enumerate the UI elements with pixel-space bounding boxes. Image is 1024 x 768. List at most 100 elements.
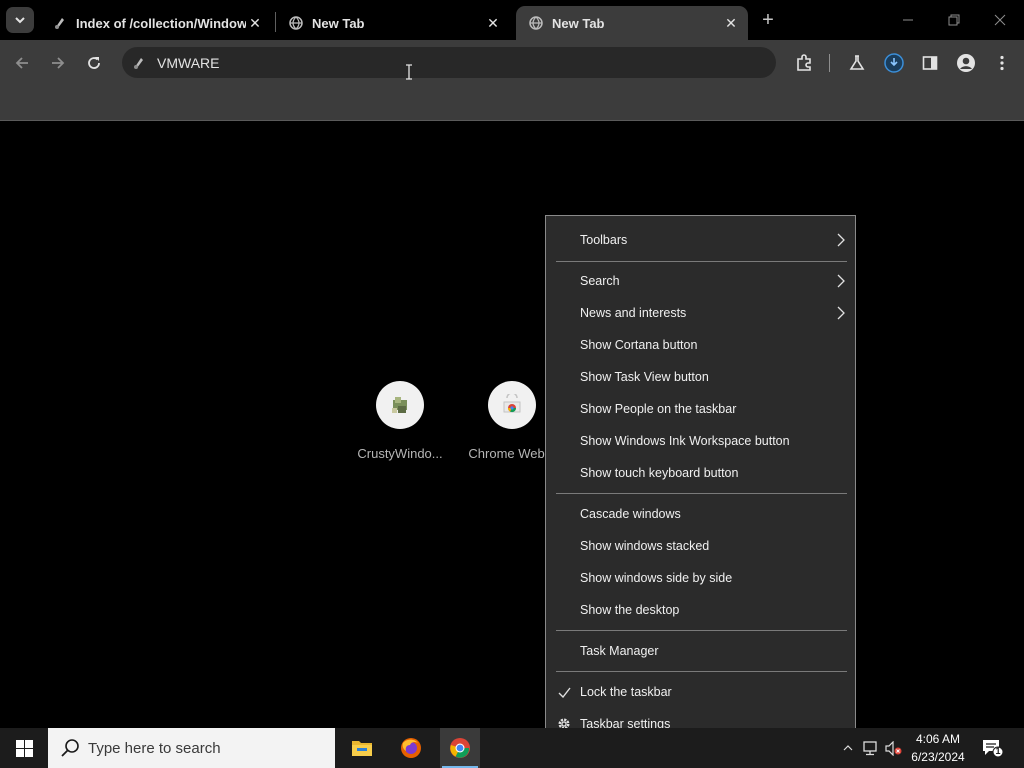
volume-muted-icon <box>885 740 902 756</box>
address-bar[interactable]: VMWARE <box>122 47 776 78</box>
taskbar-firefox[interactable] <box>391 728 431 768</box>
close-tab-icon[interactable]: ✕ <box>484 14 502 32</box>
firefox-icon <box>401 738 421 758</box>
clock-time: 4:06 AM <box>915 732 961 746</box>
menu-separator <box>556 671 847 672</box>
action-center-button[interactable]: 1 <box>982 738 1004 758</box>
taskbar-context-menu: Toolbars Search News and interests Show … <box>545 215 856 747</box>
profile-button[interactable] <box>953 50 979 76</box>
forward-button[interactable] <box>45 50 71 76</box>
menu-item-label: Show Task View button <box>580 370 709 384</box>
address-bar-text[interactable]: VMWARE <box>157 55 219 71</box>
bookmarks-bar <box>0 85 1024 121</box>
back-icon <box>15 57 28 69</box>
menu-separator <box>556 261 847 262</box>
menu-item-show-people[interactable]: Show People on the taskbar <box>546 393 855 425</box>
close-window-button[interactable] <box>988 8 1012 32</box>
taskbar-chrome[interactable] <box>440 728 480 768</box>
shortcut-label: CrustyWindo... <box>357 446 443 461</box>
menu-item-show-touch-keyboard[interactable]: Show touch keyboard button <box>546 457 855 489</box>
side-panel-button[interactable] <box>917 50 943 76</box>
reload-button[interactable] <box>81 50 107 76</box>
tab-title: Index of /collection/Windows <box>76 15 246 31</box>
close-icon <box>994 14 1006 26</box>
update-button[interactable] <box>881 50 907 76</box>
menu-item-label: Show windows stacked <box>580 539 710 553</box>
globe-icon <box>528 15 544 31</box>
menu-item-show-ink-workspace[interactable]: Show Windows Ink Workspace button <box>546 425 855 457</box>
windows-logo-icon <box>15 739 33 757</box>
chevron-right-icon <box>837 306 845 320</box>
menu-item-label: Show the desktop <box>580 603 680 617</box>
tab-title: New Tab <box>552 15 605 31</box>
menu-item-show-windows-stacked[interactable]: Show windows stacked <box>546 530 855 562</box>
system-clock[interactable]: 4:06 AM 6/23/2024 <box>902 730 974 766</box>
site-icon <box>52 15 68 31</box>
site-info-icon[interactable] <box>130 54 148 72</box>
chevron-up-icon <box>843 745 853 751</box>
menu-item-show-desktop[interactable]: Show the desktop <box>546 594 855 626</box>
toolbar-divider <box>829 54 830 72</box>
shortcut-tile[interactable]: CrustyWindo... <box>352 381 448 461</box>
menu-item-label: Show windows side by side <box>580 571 733 585</box>
menu-item-show-task-view-button[interactable]: Show Task View button <box>546 361 855 393</box>
search-icon <box>61 739 79 757</box>
menu-icon <box>1000 55 1004 71</box>
menu-item-label: Task Manager <box>580 644 659 658</box>
forward-icon <box>52 57 65 69</box>
chevron-down-icon <box>15 17 25 24</box>
side-panel-icon <box>922 56 938 70</box>
menu-item-news-and-interests[interactable]: News and interests <box>546 297 855 329</box>
menu-item-show-cortana-button[interactable]: Show Cortana button <box>546 329 855 361</box>
menu-item-toolbars[interactable]: Toolbars <box>546 224 855 256</box>
taskbar-search-box[interactable]: Type here to search <box>48 728 335 768</box>
tab-new-tab[interactable]: New Tab ✕ <box>276 6 510 40</box>
menu-item-label: Show People on the taskbar <box>580 402 737 416</box>
globe-icon <box>288 15 304 31</box>
menu-item-label: Search <box>580 274 620 288</box>
network-tray-icon[interactable] <box>861 740 879 756</box>
menu-item-label: Show Cortana button <box>580 338 698 352</box>
extensions-button[interactable] <box>791 50 817 76</box>
close-tab-icon[interactable]: ✕ <box>722 14 740 32</box>
menu-item-label: Lock the taskbar <box>580 685 672 699</box>
restore-button[interactable] <box>942 8 966 32</box>
tab-new-tab-active[interactable]: New Tab ✕ <box>516 6 748 40</box>
new-tab-button[interactable]: + <box>757 9 779 31</box>
checkmark-icon <box>557 685 571 699</box>
menu-item-label: Show Windows Ink Workspace button <box>580 434 790 448</box>
minimize-button[interactable] <box>896 8 920 32</box>
menu-separator <box>556 630 847 631</box>
menu-item-label: Show touch keyboard button <box>580 466 739 480</box>
taskbar-file-explorer[interactable] <box>342 728 382 768</box>
update-icon <box>884 53 904 73</box>
chrome-web-store-icon <box>488 381 536 429</box>
menu-item-cascade-windows[interactable]: Cascade windows <box>546 498 855 530</box>
volume-tray-icon[interactable] <box>885 740 903 756</box>
tab-search-button[interactable] <box>6 7 34 33</box>
profile-icon <box>957 54 975 72</box>
labs-button[interactable] <box>844 50 870 76</box>
reload-icon <box>88 57 100 69</box>
shortcut-icon <box>376 381 424 429</box>
tab-index-collection[interactable]: Index of /collection/Windows ✕ <box>40 6 272 40</box>
chevron-right-icon <box>837 274 845 288</box>
close-tab-icon[interactable]: ✕ <box>246 14 264 32</box>
clock-date: 6/23/2024 <box>911 750 965 764</box>
tab-title: New Tab <box>312 15 365 31</box>
extensions-icon <box>797 54 811 71</box>
minimize-icon <box>903 19 913 21</box>
menu-item-label: Toolbars <box>580 233 628 247</box>
start-button[interactable] <box>0 728 48 768</box>
menu-item-search[interactable]: Search <box>546 265 855 297</box>
search-placeholder: Type here to search <box>88 739 221 757</box>
show-hidden-icons-button[interactable] <box>839 740 857 756</box>
chrome-menu-button[interactable] <box>989 50 1015 76</box>
restore-icon <box>948 14 960 26</box>
menu-item-lock-taskbar[interactable]: Lock the taskbar <box>546 676 855 708</box>
back-button[interactable] <box>9 50 35 76</box>
notification-count: 1 <box>995 746 1001 756</box>
menu-item-task-manager[interactable]: Task Manager <box>546 635 855 667</box>
menu-item-show-windows-side-by-side[interactable]: Show windows side by side <box>546 562 855 594</box>
menu-item-label: News and interests <box>580 306 687 320</box>
